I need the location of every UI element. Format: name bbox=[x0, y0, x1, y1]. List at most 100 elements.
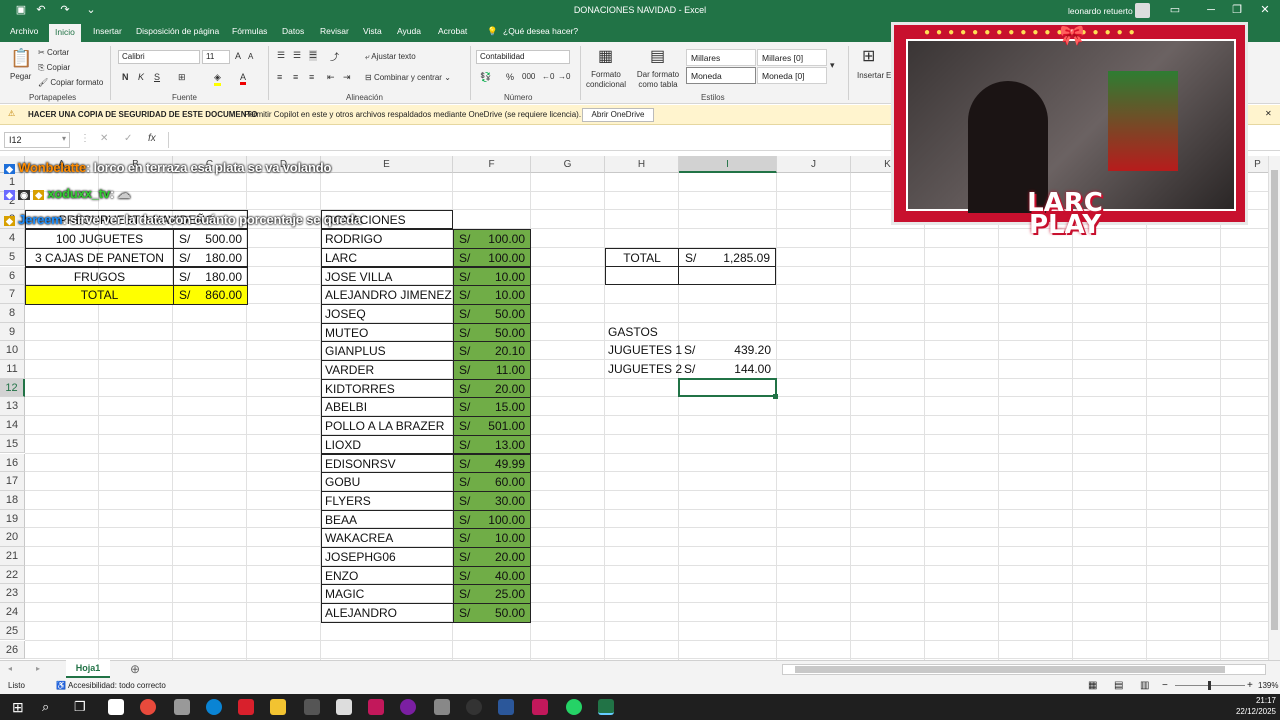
donation-amount[interactable]: S/30.00 bbox=[453, 490, 531, 511]
tab-datos[interactable]: Datos bbox=[282, 26, 304, 36]
user-name[interactable]: leonardo retuerto bbox=[1068, 6, 1133, 16]
donor-name[interactable]: EDISONRSV bbox=[321, 453, 454, 474]
row-header-14[interactable]: 14 bbox=[0, 416, 25, 435]
donation-amount[interactable]: S/40.00 bbox=[453, 565, 531, 586]
confirm-entry-icon[interactable]: ✓ bbox=[124, 133, 132, 144]
row-header-16[interactable]: 16 bbox=[0, 453, 25, 473]
app-icon[interactable] bbox=[174, 699, 190, 715]
row-header-22[interactable]: 22 bbox=[0, 565, 25, 585]
donation-amount[interactable]: S/60.00 bbox=[453, 472, 531, 492]
donation-amount[interactable]: S/50.00 bbox=[453, 303, 531, 324]
wrap-text-button[interactable]: ⤶ Ajustar texto bbox=[365, 52, 416, 62]
donation-amount[interactable]: S/100.00 bbox=[453, 247, 531, 268]
conditional-format-button[interactable]: Formato condicional bbox=[585, 70, 627, 90]
donation-amount[interactable]: S/10.00 bbox=[453, 528, 531, 548]
donation-amount[interactable]: S/11.00 bbox=[453, 360, 531, 380]
decrease-font-icon[interactable]: A bbox=[248, 52, 253, 61]
expense-label[interactable]: JUGUETES 1 bbox=[605, 341, 685, 360]
column-header-g[interactable]: G bbox=[531, 156, 605, 173]
search-icon[interactable]: ⌕ bbox=[42, 699, 49, 715]
donor-name[interactable]: ALEJANDRO bbox=[321, 603, 454, 623]
align-top-icon[interactable]: ☰ bbox=[277, 50, 285, 61]
row-header-25[interactable]: 25 bbox=[0, 621, 25, 641]
cancel-entry-icon[interactable]: ✕ bbox=[100, 133, 108, 144]
edge-icon[interactable] bbox=[206, 699, 222, 715]
column-header-i[interactable]: I bbox=[679, 156, 777, 173]
increase-decimal-icon[interactable]: ←0 bbox=[542, 72, 554, 81]
budget-item-amount[interactable]: S/500.00 bbox=[173, 229, 248, 249]
tab-inicio[interactable]: Inicio bbox=[49, 24, 81, 42]
page-break-icon[interactable]: ▥ bbox=[1140, 680, 1149, 691]
format-table-button[interactable]: Dar formato como tabla bbox=[634, 70, 682, 90]
donor-name[interactable]: JOSEQ bbox=[321, 303, 454, 324]
style-moneda[interactable]: Moneda bbox=[686, 67, 756, 84]
budget-item-desc[interactable]: 100 JUGUETES bbox=[25, 229, 174, 249]
open-onedrive-button[interactable]: Abrir OneDrive bbox=[582, 108, 654, 122]
donation-amount[interactable]: S/20.00 bbox=[453, 547, 531, 567]
budget-item-amount[interactable]: S/180.00 bbox=[173, 247, 248, 268]
column-header-j[interactable]: J bbox=[777, 156, 851, 173]
row-header-17[interactable]: 17 bbox=[0, 472, 25, 491]
avatar[interactable] bbox=[1135, 3, 1150, 18]
expense-label[interactable]: JUGUETES 2 bbox=[605, 360, 685, 379]
donation-amount[interactable]: S/25.00 bbox=[453, 584, 531, 605]
donation-amount[interactable]: S/50.00 bbox=[453, 603, 531, 623]
row-header-26[interactable]: 26 bbox=[0, 640, 25, 660]
align-bottom-icon[interactable]: ☰ bbox=[309, 50, 318, 61]
row-header-10[interactable]: 10 bbox=[0, 341, 25, 360]
donor-name[interactable]: GIANPLUS bbox=[321, 341, 454, 361]
decrease-indent-icon[interactable]: ⇤ bbox=[327, 72, 335, 83]
donor-name[interactable]: LIOXD bbox=[321, 434, 454, 455]
tab-disposicion[interactable]: Disposición de página bbox=[136, 26, 219, 36]
name-box[interactable]: I12 bbox=[4, 132, 70, 148]
tab-acrobat[interactable]: Acrobat bbox=[438, 26, 467, 36]
store-icon[interactable] bbox=[108, 699, 124, 715]
align-left-icon[interactable]: ≡ bbox=[277, 72, 282, 82]
column-header-e[interactable]: E bbox=[321, 156, 453, 173]
row-header-20[interactable]: 20 bbox=[0, 528, 25, 547]
accessibility-icon[interactable]: ♿ bbox=[56, 681, 66, 690]
donor-name[interactable]: MUTEO bbox=[321, 322, 454, 343]
donor-name[interactable]: KIDTORRES bbox=[321, 378, 454, 399]
row-header-5[interactable]: 5 bbox=[0, 247, 25, 267]
bold-icon[interactable]: N bbox=[122, 72, 129, 82]
normal-view-icon[interactable]: ▦ bbox=[1088, 680, 1097, 691]
underline-icon[interactable]: S bbox=[154, 72, 160, 82]
row-header-6[interactable]: 6 bbox=[0, 266, 25, 286]
donation-amount[interactable]: S/20.10 bbox=[453, 341, 531, 361]
word-icon[interactable] bbox=[498, 699, 514, 715]
number-format-select[interactable]: Contabilidad bbox=[476, 50, 570, 64]
row-header-18[interactable]: 18 bbox=[0, 490, 25, 510]
app-icon[interactable] bbox=[532, 699, 548, 715]
increase-indent-icon[interactable]: ⇥ bbox=[343, 72, 351, 83]
page-layout-icon[interactable]: ▤ bbox=[1114, 680, 1123, 691]
donor-name[interactable]: WAKACREA bbox=[321, 528, 454, 548]
paste-button[interactable]: Pegar bbox=[10, 72, 31, 81]
summary-empty-cell[interactable] bbox=[605, 266, 679, 285]
horizontal-scrollbar[interactable] bbox=[782, 664, 1266, 675]
zoom-slider-thumb[interactable] bbox=[1208, 681, 1211, 690]
task-view-icon[interactable]: ❐ bbox=[74, 699, 86, 715]
app-icon[interactable] bbox=[400, 699, 416, 715]
scroll-left-icon[interactable]: ◂ bbox=[8, 664, 12, 673]
name-box-dropdown-icon[interactable]: ▾ bbox=[62, 134, 66, 143]
donation-amount[interactable]: S/15.00 bbox=[453, 397, 531, 418]
insert-function-icon[interactable]: fx bbox=[148, 133, 156, 144]
expense-value[interactable]: S/439.20 bbox=[678, 341, 776, 360]
insert-cells-icon[interactable]: ⊞ bbox=[862, 46, 875, 66]
column-header-f[interactable]: F bbox=[453, 156, 531, 173]
row-header-4[interactable]: 4 bbox=[0, 229, 25, 248]
clock-date[interactable]: 22/12/2025 bbox=[1226, 707, 1276, 716]
tab-archivo[interactable]: Archivo bbox=[10, 26, 38, 36]
summary-total-value[interactable]: S/1,285.09 bbox=[678, 248, 776, 267]
orientation-icon[interactable]: ⤴ bbox=[330, 50, 339, 63]
style-millares-0[interactable]: Millares [0] bbox=[757, 49, 827, 66]
merge-center-button[interactable]: ⊟ Combinar y centrar ⌄ bbox=[365, 73, 451, 82]
close-notice-icon[interactable]: ✕ bbox=[1265, 109, 1272, 118]
column-header-h[interactable]: H bbox=[605, 156, 679, 173]
chrome-icon[interactable] bbox=[140, 699, 156, 715]
row-header-7[interactable]: 7 bbox=[0, 285, 25, 304]
sheet-tab-hoja1[interactable]: Hoja1 bbox=[66, 660, 110, 678]
donor-name[interactable]: GOBU bbox=[321, 472, 454, 492]
row-header-15[interactable]: 15 bbox=[0, 434, 25, 454]
